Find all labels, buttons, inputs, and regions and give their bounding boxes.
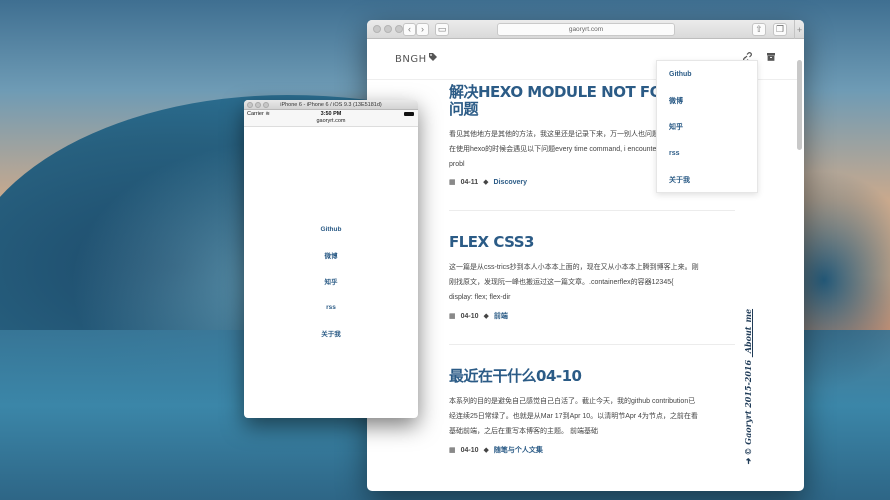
close-window-button[interactable] bbox=[373, 25, 381, 33]
calendar-icon: ▦ bbox=[449, 313, 456, 320]
tags-icon[interactable] bbox=[428, 52, 438, 65]
post-divider bbox=[449, 210, 735, 211]
post-title[interactable]: FLEX CSS3 bbox=[449, 234, 699, 251]
post-meta: ▦ 04-10 ◆ 随笔与个人文集 bbox=[449, 445, 699, 455]
menu-item-zhihu[interactable]: 知乎 bbox=[657, 114, 757, 141]
mobile-menu-zhihu[interactable]: 知乎 bbox=[244, 268, 418, 294]
post-tag[interactable]: Discovery bbox=[494, 179, 527, 186]
chevron-left-icon: ‹ bbox=[408, 24, 411, 34]
show-tabs-button[interactable]: ❐ bbox=[773, 23, 787, 36]
tag-icon: ◆ bbox=[483, 313, 489, 320]
simulator-titlebar: iPhone 6 - iPhone 6 / iOS 9.3 (13E5181d) bbox=[244, 100, 418, 110]
zoom-window-button[interactable] bbox=[395, 25, 403, 33]
post-date: 04-11 bbox=[460, 178, 479, 186]
ios-simulator-window: iPhone 6 - iPhone 6 / iOS 9.3 (13E5181d)… bbox=[244, 100, 418, 418]
menu-item-about[interactable]: 关于我 bbox=[657, 167, 757, 194]
calendar-icon: ▦ bbox=[449, 447, 456, 454]
back-button[interactable]: ‹ bbox=[403, 23, 416, 36]
footer-text: ➜ © Gaoryrt 2015-2016 _About_me bbox=[743, 305, 753, 465]
post-tag[interactable]: 随笔与个人文集 bbox=[494, 445, 543, 455]
mobile-menu-rss[interactable]: rss bbox=[244, 294, 418, 320]
sidebar-icon: ▭ bbox=[437, 24, 447, 34]
post-date: 04-10 bbox=[460, 446, 479, 454]
chevron-right-icon: › bbox=[421, 24, 424, 34]
menu-item-github[interactable]: Github bbox=[657, 61, 757, 88]
minimize-window-button[interactable] bbox=[384, 25, 392, 33]
post-meta: ▦ 04-10 ◆ 前端 bbox=[449, 311, 699, 321]
ios-address-bar[interactable]: gaoryrt.com bbox=[244, 118, 418, 127]
safari-window: ‹ › ▭ gaoryrt.com ⇧ ❐ + BNGH Github 微博 知… bbox=[367, 20, 804, 491]
menu-item-weibo[interactable]: 微博 bbox=[657, 88, 757, 115]
close-window-button[interactable] bbox=[247, 102, 253, 108]
forward-button[interactable]: › bbox=[416, 23, 429, 36]
address-bar-text: gaoryrt.com bbox=[568, 26, 604, 33]
address-bar[interactable]: gaoryrt.com bbox=[497, 23, 675, 36]
mobile-menu-about[interactable]: 关于我 bbox=[244, 320, 418, 346]
tag-icon: ◆ bbox=[483, 179, 489, 186]
new-tab-button[interactable]: + bbox=[794, 20, 804, 39]
share-button[interactable]: ⇧ bbox=[752, 23, 766, 36]
menu-item-rss[interactable]: rss bbox=[657, 141, 757, 168]
ios-address-text: gaoryrt.com bbox=[316, 118, 346, 124]
post-date: 04-10 bbox=[460, 312, 479, 320]
scrollbar[interactable] bbox=[797, 60, 802, 150]
back-to-top-arrow-icon[interactable]: ➜ bbox=[743, 458, 753, 465]
copyright-text: © Gaoryrt 2015-2016 bbox=[743, 359, 753, 456]
about-me-link[interactable]: _About_me bbox=[743, 309, 753, 357]
mobile-menu: Github 微博 知乎 rss 关于我 bbox=[244, 216, 418, 346]
links-dropdown-menu: Github 微博 知乎 rss 关于我 bbox=[656, 60, 758, 193]
post-item: 最近在干什么04-10 本系列的目的是避免自己感觉自己白活了。截止今天，我的gi… bbox=[449, 368, 699, 455]
simulator-title: iPhone 6 - iPhone 6 / iOS 9.3 (13E5181d) bbox=[280, 101, 382, 108]
vertical-footer: ➜ © Gaoryrt 2015-2016 _About_me bbox=[739, 305, 759, 470]
mobile-menu-github[interactable]: Github bbox=[244, 216, 418, 242]
calendar-icon: ▦ bbox=[449, 179, 456, 186]
post-item: FLEX CSS3 这一篇是从css-trics抄到本人小本本上面的，现在又从小… bbox=[449, 234, 699, 321]
battery-icon bbox=[404, 112, 414, 116]
safari-toolbar: ‹ › ▭ gaoryrt.com ⇧ ❐ + bbox=[367, 20, 804, 39]
archive-icon[interactable] bbox=[766, 52, 776, 65]
minimize-window-button[interactable] bbox=[255, 102, 261, 108]
zoom-window-button[interactable] bbox=[263, 102, 269, 108]
share-icon: ⇧ bbox=[755, 24, 763, 34]
post-title[interactable]: 最近在干什么04-10 bbox=[449, 368, 699, 385]
ios-status-bar: Carrier ≋ 3:50 PM bbox=[244, 110, 418, 118]
tabs-icon: ❐ bbox=[775, 24, 785, 34]
site-brand[interactable]: BNGH bbox=[395, 54, 427, 65]
mobile-menu-weibo[interactable]: 微博 bbox=[244, 242, 418, 268]
plus-icon: + bbox=[796, 24, 803, 35]
status-time: 3:50 PM bbox=[320, 111, 342, 117]
tag-icon: ◆ bbox=[483, 447, 489, 454]
post-tag[interactable]: 前端 bbox=[494, 311, 508, 321]
post-excerpt: 本系列的目的是避免自己感觉自己白活了。截止今天，我的github contrib… bbox=[449, 398, 698, 435]
post-excerpt: 这一篇是从css-trics抄到本人小本本上面的，现在又从小本本上腾到博客上来。… bbox=[449, 264, 699, 301]
sidebar-button[interactable]: ▭ bbox=[435, 23, 449, 36]
post-divider bbox=[449, 344, 735, 345]
